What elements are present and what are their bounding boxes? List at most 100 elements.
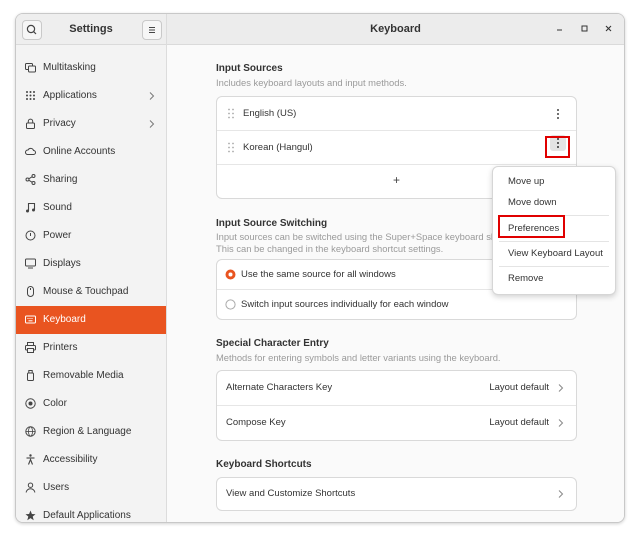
more-options-icon[interactable]	[556, 108, 560, 120]
display-icon	[25, 258, 36, 269]
accessibility-icon	[26, 454, 35, 465]
sidebar-item-label: Applications	[43, 90, 97, 101]
mouse-icon	[27, 286, 34, 297]
apps-grid-icon	[26, 91, 35, 100]
sidebar-item-region-language[interactable]: Region & Language	[16, 418, 166, 446]
row-label: View and Customize Shortcuts	[226, 488, 356, 499]
chevron-right-icon	[558, 490, 564, 498]
input-source-label: Korean (Hangul)	[243, 142, 313, 153]
drag-handle-icon[interactable]	[227, 108, 235, 119]
sidebar-item-label: Region & Language	[43, 426, 132, 437]
keyboard-shortcuts-title: Keyboard Shortcuts	[216, 459, 312, 470]
sidebar-item-online-accounts[interactable]: Online Accounts	[16, 138, 166, 166]
sidebar-item-label: Search	[43, 44, 75, 54]
sidebar-item-label: Default Applications	[43, 510, 131, 521]
multitasking-icon	[25, 63, 36, 73]
sidebar-item-label: Sharing	[43, 174, 78, 185]
sidebar-item-printers[interactable]: Printers	[16, 334, 166, 362]
view-customize-shortcuts-row[interactable]: View and Customize Shortcuts	[217, 478, 576, 510]
search-icon	[26, 24, 37, 35]
sidebar-item-label: Users	[43, 482, 70, 493]
menu-item-move-up[interactable]: Move up	[508, 176, 544, 187]
close-button[interactable]	[603, 23, 614, 34]
sidebar-item-applications[interactable]: Applications	[16, 82, 166, 110]
sidebar-item-users[interactable]: Users	[16, 474, 166, 502]
sidebar-item-label: Displays	[43, 258, 81, 269]
input-sources-title: Input Sources	[216, 63, 283, 74]
alternate-characters-key-row[interactable]: Alternate Characters Key Layout default	[217, 371, 576, 405]
highlight-box	[498, 215, 565, 238]
row-value: Layout default	[489, 382, 549, 393]
printer-icon	[25, 342, 36, 353]
input-source-row-english[interactable]: English (US)	[217, 97, 576, 130]
shortcuts-list: View and Customize Shortcuts	[216, 477, 577, 511]
usb-drive-icon	[27, 370, 34, 381]
maximize-button[interactable]	[579, 23, 590, 34]
sidebar-item-label: Online Accounts	[43, 146, 116, 157]
cloud-icon	[25, 147, 36, 155]
radio-label: Switch input sources individually for ea…	[241, 299, 449, 310]
compose-key-row[interactable]: Compose Key Layout default	[217, 406, 576, 440]
hamburger-menu-icon	[149, 27, 155, 33]
chevron-right-icon	[558, 419, 564, 427]
share-icon	[25, 174, 36, 185]
sidebar-header: Settings	[16, 14, 166, 45]
sidebar: Settings Search Multitasking	[16, 14, 167, 522]
sidebar-item-label: Color	[43, 398, 67, 409]
sidebar-item-privacy[interactable]: Privacy	[16, 110, 166, 138]
radio-unselected-icon[interactable]	[225, 299, 236, 310]
sidebar-item-keyboard[interactable]: Keyboard	[16, 306, 166, 334]
menu-item-remove[interactable]: Remove	[508, 273, 543, 284]
keyboard-icon	[25, 315, 36, 324]
chevron-right-icon	[149, 92, 155, 100]
lock-icon	[26, 118, 35, 129]
special-chars-list: Alternate Characters Key Layout default …	[216, 370, 577, 441]
input-switching-title: Input Source Switching	[216, 218, 328, 229]
minimize-button[interactable]	[554, 23, 565, 34]
color-palette-icon	[25, 398, 36, 409]
row-value: Layout default	[489, 417, 549, 428]
radio-label: Use the same source for all windows	[241, 269, 396, 280]
sidebar-item-accessibility[interactable]: Accessibility	[16, 446, 166, 474]
chevron-right-icon	[558, 384, 564, 392]
sidebar-item-displays[interactable]: Displays	[16, 250, 166, 278]
music-note-icon	[26, 202, 36, 213]
sidebar-item-multitasking[interactable]: Multitasking	[16, 54, 166, 82]
sidebar-item-power[interactable]: Power	[16, 222, 166, 250]
sidebar-item-sharing[interactable]: Sharing	[16, 166, 166, 194]
main-menu-button[interactable]	[142, 20, 162, 40]
input-sources-subtitle: Includes keyboard layouts and input meth…	[216, 77, 407, 88]
menu-item-view-keyboard-layout[interactable]: View Keyboard Layout	[508, 248, 603, 259]
input-source-label: English (US)	[243, 108, 297, 119]
search-button[interactable]	[22, 20, 42, 40]
sidebar-item-sound[interactable]: Sound	[16, 194, 166, 222]
row-label: Compose Key	[226, 417, 286, 428]
header-bar: Keyboard	[167, 14, 624, 45]
sidebar-list: Search Multitasking Applications	[16, 44, 166, 522]
input-switching-subtitle-2: This can be changed in the keyboard shor…	[216, 243, 444, 254]
sidebar-item-label: Mouse & Touchpad	[43, 286, 129, 297]
sidebar-item-color[interactable]: Color	[16, 390, 166, 418]
sidebar-item-label: Power	[43, 230, 72, 241]
star-icon	[25, 510, 36, 521]
menu-divider	[499, 241, 609, 242]
special-chars-subtitle: Methods for entering symbols and letter …	[216, 352, 501, 363]
menu-divider	[499, 266, 609, 267]
input-source-row-korean[interactable]: Korean (Hangul)	[217, 131, 576, 164]
menu-item-move-down[interactable]: Move down	[508, 197, 557, 208]
input-switching-subtitle-1: Input sources can be switched using the …	[216, 231, 502, 242]
sidebar-item-removable-media[interactable]: Removable Media	[16, 362, 166, 390]
highlight-box	[545, 136, 570, 158]
sidebar-item-label: Keyboard	[43, 314, 86, 325]
radio-selected-icon[interactable]	[225, 269, 236, 280]
sidebar-item-label: Privacy	[43, 118, 76, 129]
row-label: Alternate Characters Key	[226, 382, 333, 393]
sidebar-title: Settings	[69, 23, 113, 35]
sidebar-item-search[interactable]: Search	[16, 44, 166, 54]
sidebar-item-label: Accessibility	[43, 454, 98, 465]
globe-icon	[25, 426, 36, 437]
drag-handle-icon[interactable]	[227, 142, 235, 153]
power-icon	[25, 230, 36, 241]
sidebar-item-default-applications[interactable]: Default Applications	[16, 502, 166, 522]
sidebar-item-mouse-touchpad[interactable]: Mouse & Touchpad	[16, 278, 166, 306]
